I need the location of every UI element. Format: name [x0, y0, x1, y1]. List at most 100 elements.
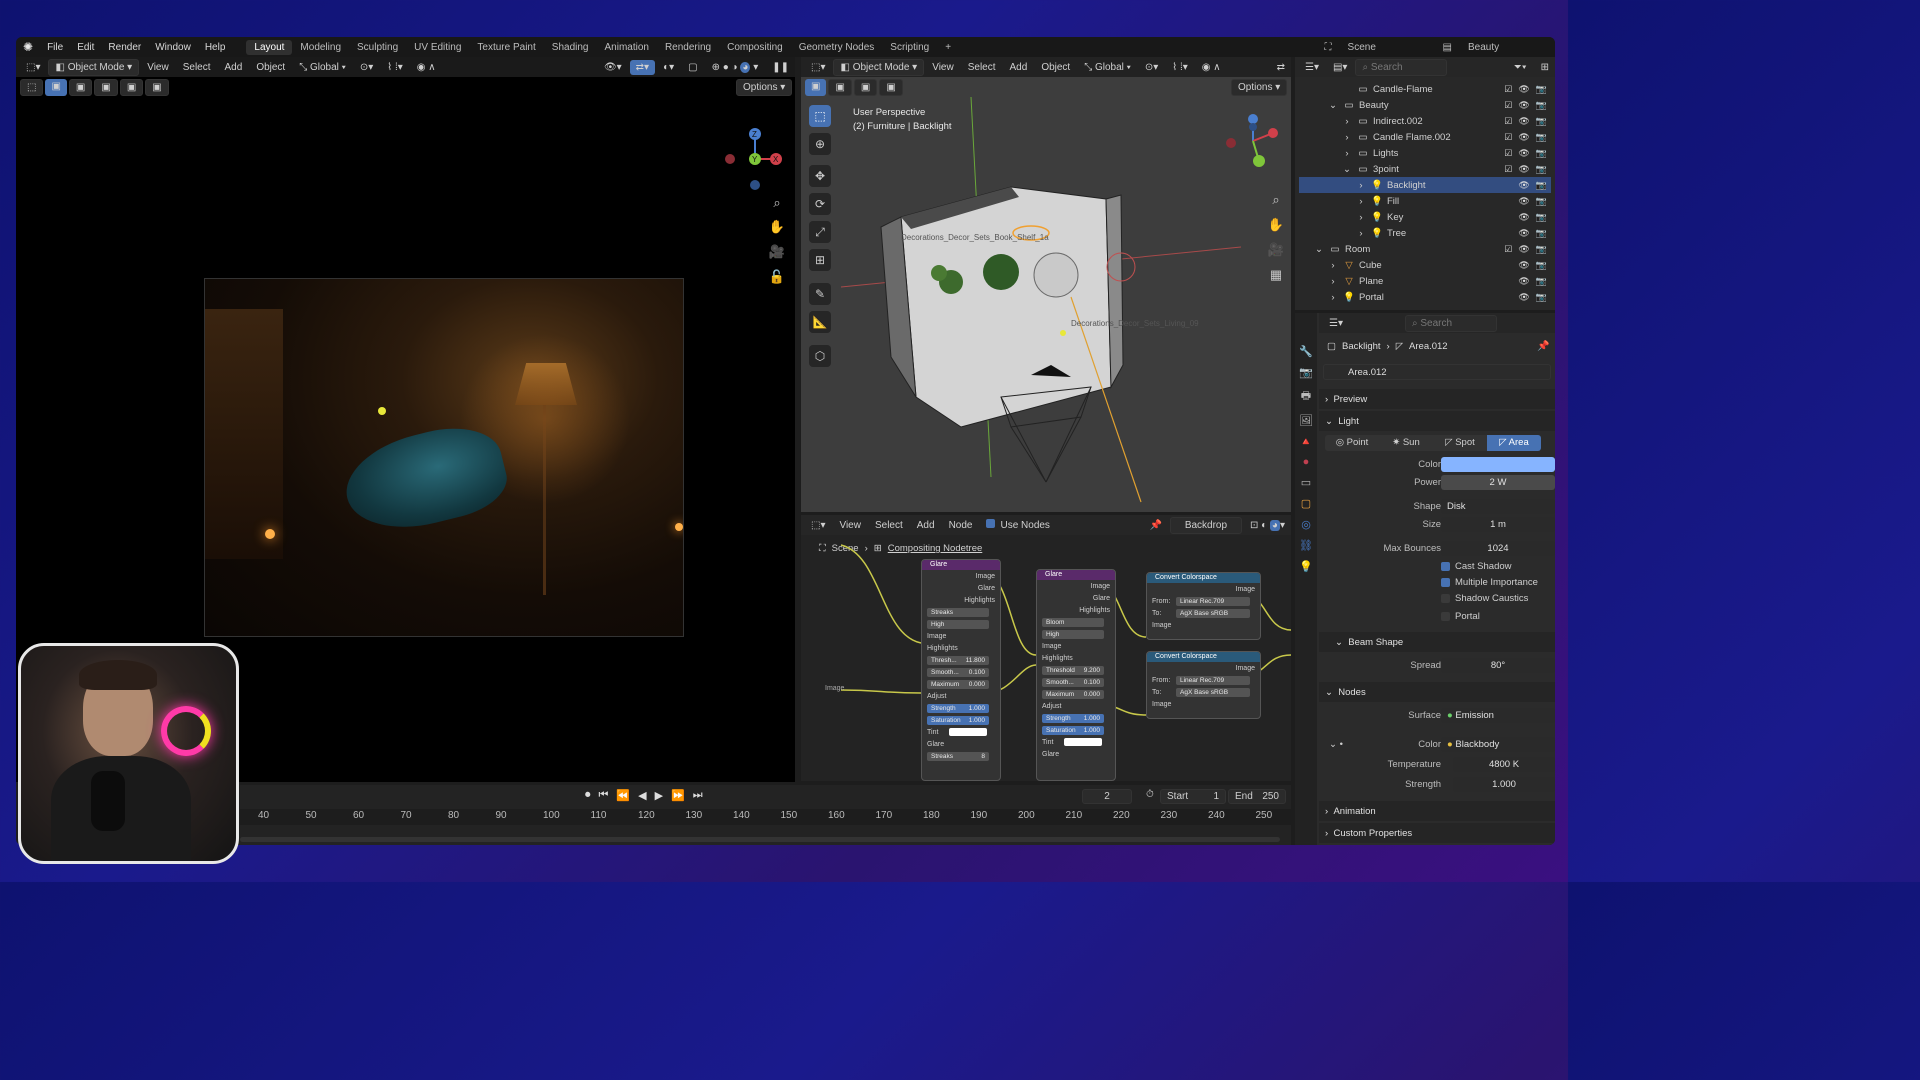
visibility-toggles[interactable]: ☑ 👁 📷 — [1504, 164, 1547, 175]
viewport-3d-scene[interactable] — [841, 97, 1241, 507]
render-camera-icon[interactable]: 📷 — [1536, 228, 1547, 239]
left-xray-icon[interactable]: ▢ — [682, 60, 703, 75]
tab-scripting[interactable]: Scripting — [882, 40, 937, 55]
spread-field[interactable]: 80° — [1441, 657, 1555, 673]
camera-view-icon[interactable]: 🎥 — [768, 244, 786, 260]
render-camera-icon[interactable]: 📷 — [1536, 116, 1547, 127]
editor-type-icon-2[interactable]: ⬚▾ — [805, 60, 831, 75]
outliner-row-portal[interactable]: › 💡 Portal 👁 📷 — [1299, 289, 1551, 305]
eye-icon[interactable]: 👁 — [1518, 100, 1529, 111]
right-viewport[interactable]: ⬚▾ ◧ Object Mode ▾ View Select Add Objec… — [801, 57, 1291, 512]
outliner-row-key[interactable]: › 💡 Key 👁 📷 — [1299, 209, 1551, 225]
right-gizmo-icon[interactable]: ⇄ — [1271, 60, 1291, 75]
tab-layout[interactable]: Layout — [246, 39, 293, 55]
right-proportional-icon[interactable]: ◉ ∧ — [1196, 60, 1227, 75]
node-color-expand-icon[interactable]: ⌄ • — [1329, 739, 1343, 750]
eye-icon[interactable]: 👁 — [1518, 228, 1529, 239]
start-frame-field[interactable]: Start 1 — [1160, 789, 1226, 804]
outliner-row-beauty[interactable]: ⌄ ▭ Beauty ☑ 👁 📷 — [1299, 97, 1551, 113]
tab-modeling[interactable]: Modeling — [292, 40, 349, 55]
light-type-point[interactable]: ◎ Point — [1325, 435, 1379, 451]
expand-toggle-icon[interactable]: › — [1327, 276, 1339, 287]
pin-properties-icon[interactable]: 📌 — [1537, 341, 1549, 352]
left-overlay-icon[interactable]: ◐▾ — [657, 60, 680, 75]
expand-toggle-icon[interactable]: › — [1341, 116, 1353, 127]
outliner[interactable]: ☰▾ ▤▾ ⌕ Search ⏷▾ ⊞ ▭ Candle-Flame ☑ 👁 📷 ⌄ ▭ Be… — [1295, 57, 1555, 310]
tab-compositing[interactable]: Compositing — [719, 40, 791, 55]
right-menu-add[interactable]: Add — [1004, 60, 1034, 75]
exclude-checkbox-icon[interactable]: ☑ — [1504, 244, 1512, 255]
play-icon[interactable]: ▶ — [655, 789, 663, 802]
expand-toggle-icon[interactable]: › — [1355, 180, 1367, 191]
visibility-toggles[interactable]: 👁 📷 — [1518, 212, 1547, 223]
right-menu-select[interactable]: Select — [962, 60, 1002, 75]
auto-key-icon[interactable]: ⏺ — [585, 789, 591, 802]
visibility-toggles[interactable]: ☑ 👁 📷 — [1504, 132, 1547, 143]
eye-icon[interactable]: 👁 — [1518, 180, 1529, 191]
timeline-ruler[interactable]: 40 50 60 70 80 90 100 110 120 130 140 150 160 170 180 1… — [240, 809, 1291, 825]
jump-end-icon[interactable]: ⏭ — [693, 789, 703, 802]
exclude-checkbox-icon[interactable]: ☑ — [1504, 148, 1512, 159]
light-section[interactable]: ⌄ Light — [1319, 411, 1555, 431]
node-color-field[interactable]: ● Blackbody — [1441, 736, 1555, 752]
current-frame-field[interactable]: 2 — [1082, 789, 1132, 804]
tab-geometry-nodes[interactable]: Geometry Nodes — [791, 40, 883, 55]
glare-node-2[interactable]: Glare Image Glare Highlights Bloom High … — [1036, 569, 1116, 781]
cc1-from-dropdown[interactable]: Linear Rec.709 — [1176, 596, 1250, 606]
collection-tab-icon[interactable]: ▭ — [1301, 476, 1311, 489]
move-tool-icon[interactable]: ✥ — [809, 165, 831, 187]
constraints-tab-icon[interactable]: ⛓ — [1299, 539, 1313, 552]
visibility-toggles[interactable]: ☑ 👁 📷 — [1504, 244, 1547, 255]
select-mode-subtract-icon[interactable]: ▣ — [94, 79, 118, 96]
g1-strength-field[interactable]: Strength 1.000 — [927, 703, 989, 713]
convert-colorspace-node-2[interactable]: Convert Colorspace Image From: Linear Rec… — [1146, 651, 1261, 719]
outliner-row-lights[interactable]: › ▭ Lights ☑ 👁 📷 — [1299, 145, 1551, 161]
jump-start-icon[interactable]: ⏮ — [599, 789, 609, 802]
expand-toggle-icon[interactable]: ⌄ — [1313, 244, 1325, 255]
r-ortho-grid-icon[interactable]: ▦ — [1267, 267, 1285, 283]
output-tab-icon[interactable]: 🖶 — [1301, 387, 1311, 406]
visibility-toggles[interactable]: 👁 📷 — [1518, 260, 1547, 271]
power-field[interactable]: 2 W — [1441, 474, 1555, 490]
stopwatch-icon[interactable]: ⏱ — [1146, 789, 1154, 800]
tab-texture-paint[interactable]: Texture Paint — [469, 40, 543, 55]
physics-tab-icon[interactable]: ◎ — [1301, 518, 1311, 531]
select-tool-icon[interactable]: ⬚ — [20, 79, 44, 96]
light-datablock-field[interactable]: Area.012 — [1323, 364, 1551, 380]
outliner-row-indirect-002[interactable]: › ▭ Indirect.002 ☑ 👁 📷 — [1299, 113, 1551, 129]
g2-threshold-field[interactable]: Threshold 9.200 — [1042, 665, 1104, 675]
exclude-checkbox-icon[interactable]: ☑ — [1504, 164, 1512, 175]
expand-toggle-icon[interactable]: › — [1341, 148, 1353, 159]
shadow-caustics-checkbox[interactable]: Shadow Caustics — [1319, 589, 1555, 607]
g1-tint-swatch[interactable] — [949, 728, 987, 736]
right-menu-view[interactable]: View — [926, 60, 960, 75]
menu-render[interactable]: Render — [101, 42, 148, 53]
outliner-row-room[interactable]: ⌄ ▭ Room ☑ 👁 📷 — [1299, 241, 1551, 257]
scene-selector[interactable]: Scene — [1340, 40, 1435, 55]
expand-toggle-icon[interactable]: › — [1327, 260, 1339, 271]
tool-tab-icon[interactable]: 🔧 — [1299, 345, 1313, 358]
render-tab-icon[interactable]: 📷 — [1299, 366, 1313, 379]
g1-maximum-field[interactable]: Maximum 0.000 — [927, 679, 989, 689]
light-color-swatch[interactable] — [1441, 456, 1555, 472]
expand-toggle-icon[interactable]: › — [1327, 292, 1339, 303]
timeline-scrollbar[interactable] — [240, 837, 1280, 842]
r-select-mode-subtract-icon[interactable]: ▣ — [853, 79, 878, 96]
cursor-tool-icon[interactable]: ⊕ — [809, 133, 831, 155]
right-options-button[interactable]: Options ▾ — [1231, 79, 1288, 96]
eye-icon[interactable]: 👁 — [1518, 292, 1529, 303]
g2-maximum-field[interactable]: Maximum 0.000 — [1042, 689, 1104, 699]
strength-field[interactable]: 1.000 — [1453, 776, 1555, 792]
visibility-toggles[interactable]: 👁 📷 — [1518, 196, 1547, 207]
custom-properties-section[interactable]: › Custom Properties — [1319, 823, 1555, 843]
menu-window[interactable]: Window — [148, 42, 198, 53]
eye-icon[interactable]: 👁 — [1518, 132, 1529, 143]
tab-shading[interactable]: Shading — [544, 40, 597, 55]
new-collection-icon[interactable]: ⊞ — [1535, 60, 1555, 75]
outliner-row-3point[interactable]: ⌄ ▭ 3point ☑ 👁 📷 — [1299, 161, 1551, 177]
shape-dropdown[interactable]: Disk — [1441, 498, 1555, 514]
left-visibility-icon[interactable]: 👁▾ — [598, 60, 628, 75]
expand-toggle-icon[interactable]: › — [1341, 132, 1353, 143]
size-field[interactable]: 1 m — [1441, 516, 1555, 532]
r-select-mode-new-icon[interactable]: ▣ — [805, 79, 827, 96]
